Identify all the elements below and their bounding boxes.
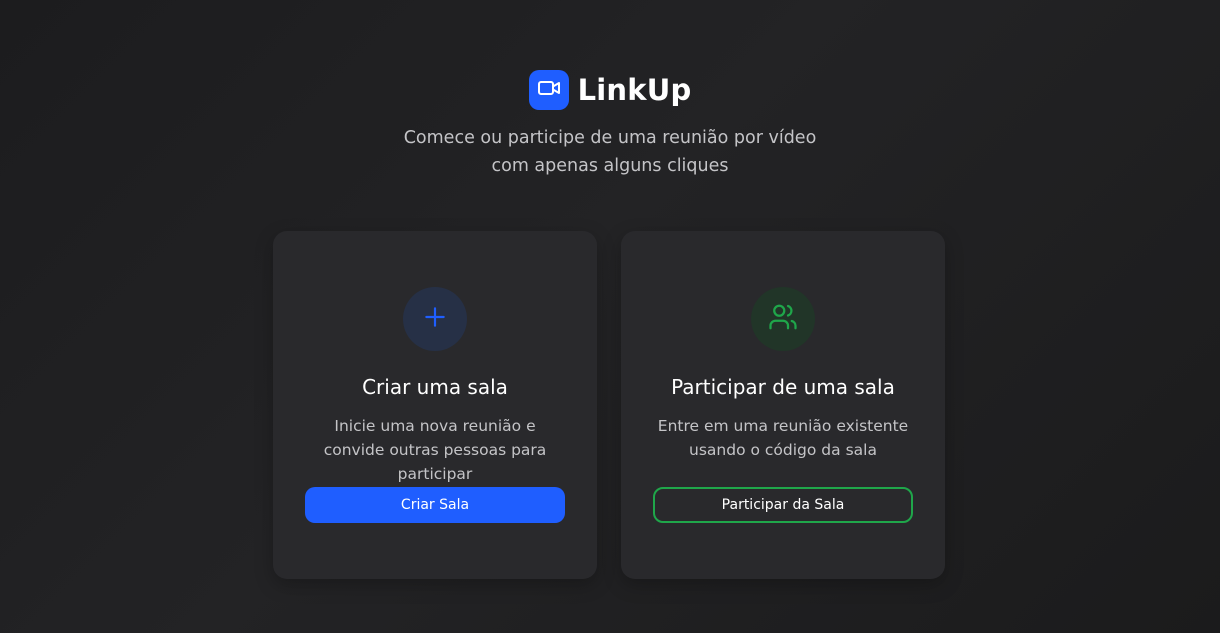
create-card-description: Inicie uma nova reunião e convide outras… bbox=[323, 417, 547, 483]
join-room-card: Participar de uma sala Entre em uma reun… bbox=[621, 231, 945, 579]
join-icon-circle bbox=[751, 287, 815, 351]
plus-icon bbox=[422, 304, 448, 334]
join-room-button[interactable]: Participar da Sala bbox=[653, 487, 913, 523]
join-card-description: Entre em uma reunião existente usando o … bbox=[657, 417, 909, 459]
brand: LinkUp bbox=[528, 70, 692, 110]
header: LinkUp Comece ou participe de uma reuniã… bbox=[0, 70, 1220, 180]
join-card-title: Participar de uma sala bbox=[671, 375, 895, 399]
logo bbox=[528, 70, 569, 110]
brand-name: LinkUp bbox=[577, 73, 692, 107]
create-card-title: Criar uma sala bbox=[362, 375, 508, 399]
users-icon bbox=[768, 302, 798, 336]
tagline: Comece ou participe de uma reunião por v… bbox=[403, 128, 817, 176]
create-room-button[interactable]: Criar Sala bbox=[305, 487, 565, 523]
video-camera-icon bbox=[537, 76, 561, 104]
create-room-card: Criar uma sala Inicie uma nova reunião e… bbox=[273, 231, 597, 579]
create-icon-circle bbox=[403, 287, 467, 351]
